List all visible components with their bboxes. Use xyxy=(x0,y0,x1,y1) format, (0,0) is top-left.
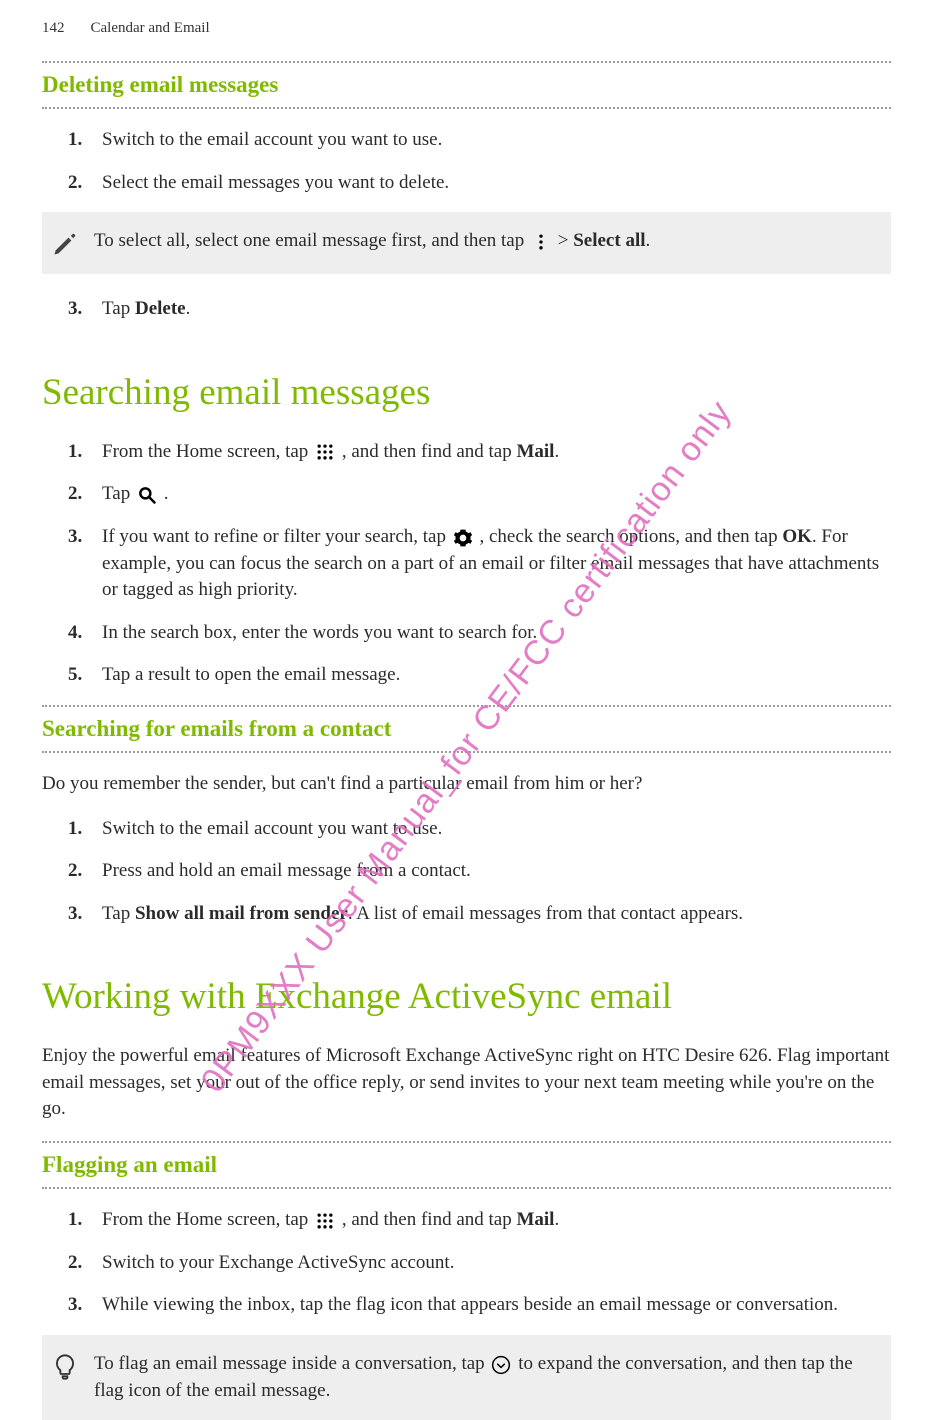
note-bold: Select all xyxy=(573,230,645,251)
note-select-all: To select all, select one email message … xyxy=(42,212,891,274)
list-item: While viewing the inbox, tap the flag ic… xyxy=(102,1292,891,1319)
note-text: To flag an email message inside a conver… xyxy=(94,1353,489,1374)
page-number: 142 xyxy=(42,18,65,39)
list-item: From the Home screen, tap , and then fin… xyxy=(102,439,891,466)
more-vert-icon xyxy=(531,232,551,252)
paragraph: Enjoy the powerful email features of Mic… xyxy=(42,1043,891,1123)
heading-search-contact: Searching for emails from a contact xyxy=(42,705,891,753)
heading-deleting-email: Deleting email messages xyxy=(42,61,891,109)
heading-activesync: Working with Exchange ActiveSync email xyxy=(42,971,891,1023)
list-item: Switch to your Exchange ActiveSync accou… xyxy=(102,1250,891,1277)
settings-icon xyxy=(453,528,473,548)
list-item: Select the email messages you want to de… xyxy=(102,170,891,197)
expand-circle-icon xyxy=(491,1355,511,1375)
paragraph: Do you remember the sender, but can't fi… xyxy=(42,771,891,798)
list-item: If you want to refine or filter your sea… xyxy=(102,524,891,604)
list-item: From the Home screen, tap , and then fin… xyxy=(102,1207,891,1234)
heading-flagging: Flagging an email xyxy=(42,1141,891,1189)
lightbulb-icon xyxy=(48,1351,82,1381)
note-flag-conversation: To flag an email message inside a conver… xyxy=(42,1335,891,1420)
note-text: To select all, select one email message … xyxy=(94,230,529,251)
list-item: Switch to the email account you want to … xyxy=(102,127,891,154)
heading-searching-email: Searching email messages xyxy=(42,367,891,419)
note-text: > xyxy=(553,230,573,251)
list-item: Tap a result to open the email message. xyxy=(102,662,891,689)
list-item: Switch to the email account you want to … xyxy=(102,816,891,843)
apps-grid-icon xyxy=(315,442,335,462)
note-text: . xyxy=(646,230,651,251)
search-icon xyxy=(137,485,157,505)
list-item: In the search box, enter the words you w… xyxy=(102,620,891,647)
list-item: Press and hold an email message from a c… xyxy=(102,858,891,885)
apps-grid-icon xyxy=(315,1211,335,1231)
list-item: Tap . xyxy=(102,481,891,508)
header-section: Calendar and Email xyxy=(91,18,210,39)
pencil-icon xyxy=(48,228,82,258)
list-item: Tap Show all mail from sender. A list of… xyxy=(102,901,891,928)
list-item: Tap Delete. xyxy=(102,296,891,323)
